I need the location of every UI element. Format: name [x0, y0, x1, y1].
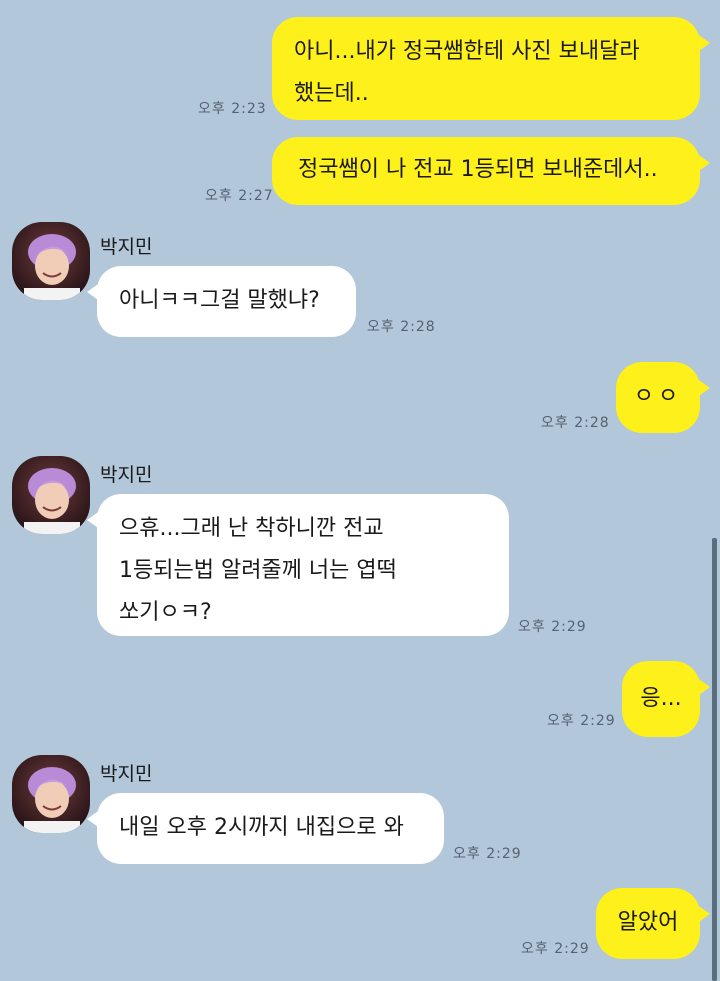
- message-time: 오후 2:28: [367, 319, 436, 335]
- sent-message-bubble[interactable]: ㅇㅇ: [616, 362, 710, 433]
- sent-message-bubble[interactable]: 아니...내가 정국쌤한테 사진 보내달라 했는데..: [272, 17, 710, 120]
- message-time: 오후 2:29: [453, 846, 522, 862]
- message-time: 오후 2:29: [547, 713, 616, 729]
- sent-message-bubble[interactable]: 정국쌤이 나 전교 1등되면 보내준데서..: [272, 137, 710, 205]
- sender-name: 박지민: [100, 763, 153, 785]
- profile-avatar[interactable]: [12, 456, 90, 534]
- sent-message-bubble[interactable]: 알았어: [596, 888, 710, 959]
- received-message-bubble[interactable]: 아니ㅋㅋ그걸 말했냐?: [87, 266, 356, 337]
- message-time: 오후 2:29: [521, 941, 590, 957]
- received-message-bubble[interactable]: 내일 오후 2시까지 내집으로 와: [87, 793, 444, 864]
- profile-avatar[interactable]: [12, 755, 90, 833]
- message-time: 오후 2:29: [518, 619, 587, 635]
- scrollbar[interactable]: [712, 538, 717, 981]
- avatar-photo-icon: [12, 222, 90, 300]
- sender-name: 박지민: [100, 464, 153, 486]
- message-time: 오후 2:23: [198, 101, 267, 117]
- profile-avatar[interactable]: [12, 222, 90, 300]
- chat-room: 아니...내가 정국쌤한테 사진 보내달라 했는데.. 오후 2:23 정국쌤이…: [0, 0, 720, 981]
- avatar-photo-icon: [12, 755, 90, 833]
- received-message-bubble[interactable]: 으휴...그래 난 착하니깐 전교 1등되는법 알려줄께 너는 엽떡 쏘기ㅇㅋ?: [87, 494, 509, 636]
- sent-message-bubble[interactable]: 응...: [622, 661, 710, 737]
- avatar-photo-icon: [12, 456, 90, 534]
- sender-name: 박지민: [100, 236, 153, 258]
- message-time: 오후 2:28: [541, 415, 610, 431]
- message-time: 오후 2:27: [205, 188, 274, 204]
